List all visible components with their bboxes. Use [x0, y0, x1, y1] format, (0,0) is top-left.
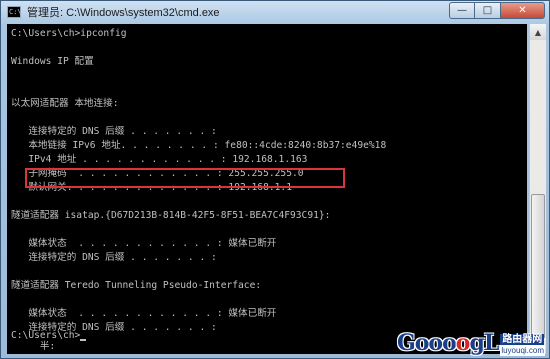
watermark-side: 路由器网 luyouqi.com — [500, 334, 545, 356]
minimize-button[interactable]: — — [449, 2, 475, 19]
console-line: 连接特定的 DNS 后缀 . . . . . . . : — [11, 252, 217, 263]
close-button[interactable]: ✕ — [501, 2, 545, 19]
ime-status-line: 半: — [11, 341, 56, 352]
watermark-url: luyouqi.com — [500, 345, 545, 356]
watermark-logo: GoooogL 路由器网 luyouqi.com — [397, 326, 545, 356]
console-line: 以太网适配器 本地连接: — [11, 98, 119, 109]
wm-part: Gooo — [396, 330, 457, 356]
wm-part: gL — [469, 330, 499, 356]
caption-buttons: — □ ✕ — [449, 2, 545, 19]
console-line: IPv4 地址 . . . . . . . . . . . . : 192.16… — [11, 154, 308, 165]
wm-part: o — [455, 330, 471, 356]
console-line: 隧道适配器 Teredo Tunneling Pseudo-Interface: — [11, 280, 262, 291]
console-line: 媒体状态 . . . . . . . . . . . . : 媒体已断开 — [11, 238, 277, 249]
scroll-up-icon[interactable]: ▲ — [530, 24, 546, 40]
title-bar[interactable]: C:\ 管理员: C:\Windows\system32\cmd.exe — □… — [1, 1, 549, 23]
vertical-scrollbar[interactable]: ▲ ▼ — [529, 24, 546, 354]
console-line: C:\Users\ch>ipconfig — [11, 28, 127, 39]
console-line: Windows IP 配置 — [11, 56, 94, 67]
watermark-site-cn: 路由器网 — [500, 334, 545, 345]
maximize-button[interactable]: □ — [475, 2, 501, 19]
gateway-highlight-box — [25, 168, 345, 188]
console-line: 连接特定的 DNS 后缀 . . . . . . . : — [11, 126, 217, 137]
console-line: 本地链接 IPv6 地址. . . . . . . . : fe80::4cde… — [11, 140, 387, 151]
console-output[interactable]: C:\Users\ch>ipconfig Windows IP 配置 以太网适配… — [7, 24, 527, 354]
cmd-window: C:\ 管理员: C:\Windows\system32\cmd.exe — □… — [0, 0, 550, 359]
window-title: 管理员: C:\Windows\system32\cmd.exe — [27, 7, 220, 19]
console-line: 媒体状态 . . . . . . . . . . . . : 媒体已断开 — [11, 308, 277, 319]
text-cursor — [80, 339, 87, 341]
console-line: 隧道适配器 isatap.{D67D213B-814B-42F5-8F51-BE… — [11, 210, 331, 221]
cmd-app-icon[interactable]: C:\ — [7, 6, 22, 18]
watermark-wordmark: GoooogL — [396, 330, 499, 356]
scroll-thumb[interactable] — [531, 194, 545, 344]
